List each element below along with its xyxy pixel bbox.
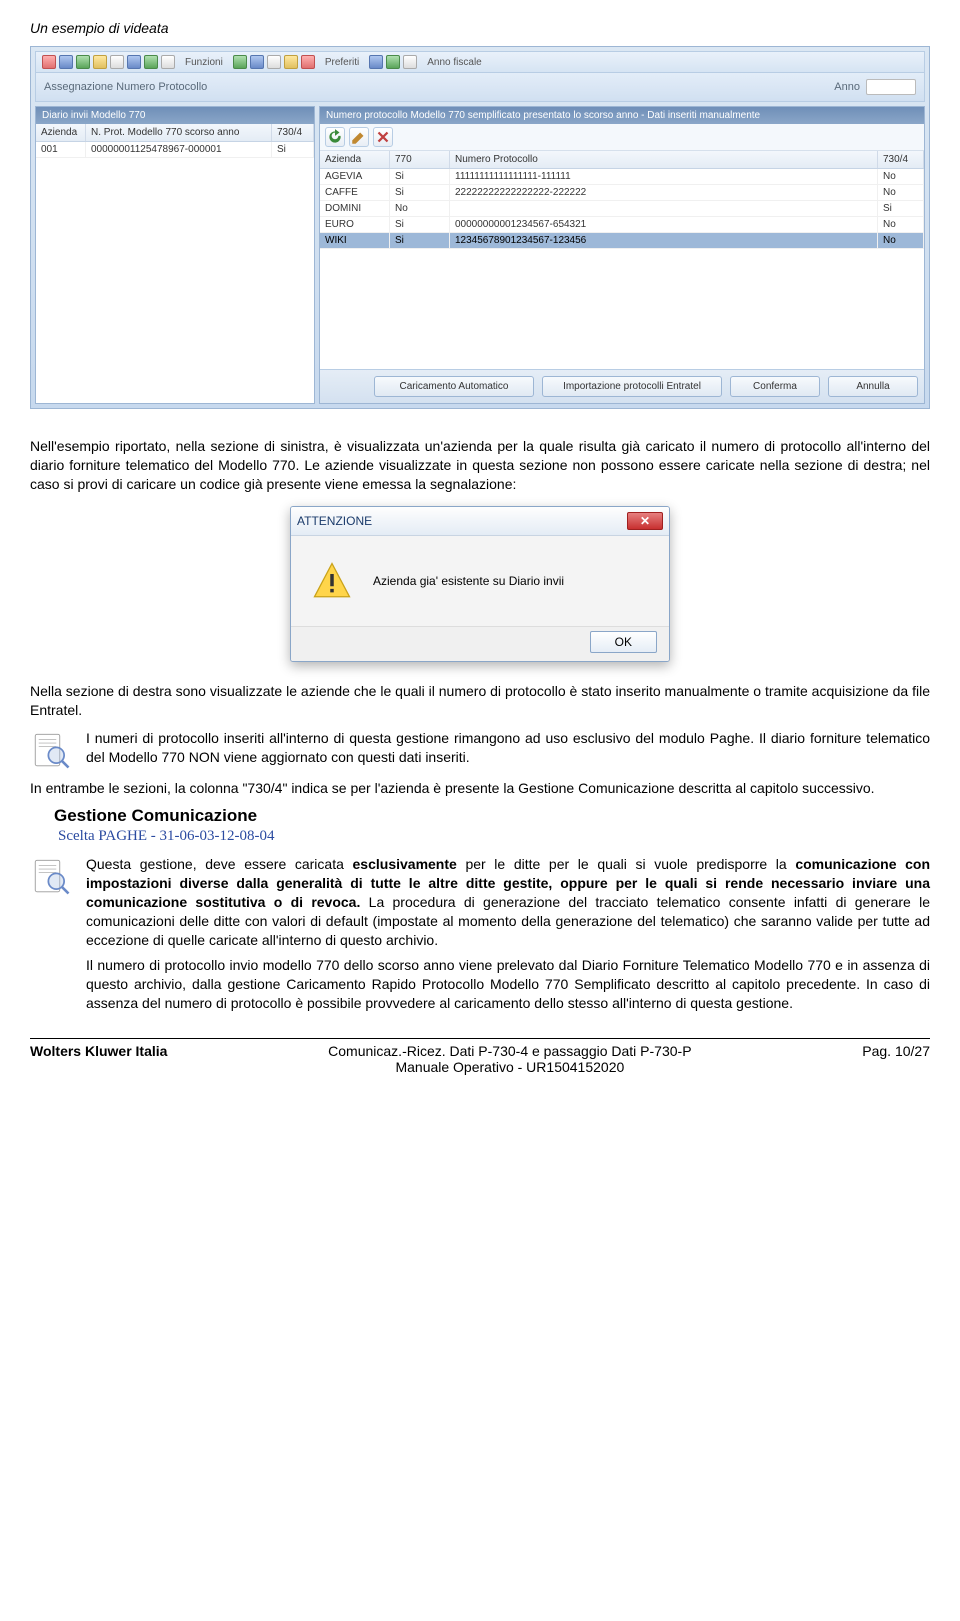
- toolbar-label: Funzioni: [185, 57, 223, 68]
- toolbar-icon[interactable]: [76, 55, 90, 69]
- ok-button[interactable]: OK: [590, 631, 657, 653]
- magnifier-icon: [30, 729, 72, 771]
- table-row[interactable]: CAFFESi22222222222222222-222222No: [320, 185, 924, 201]
- toolbar-icon[interactable]: [369, 55, 383, 69]
- left-panel-body: 001 00000001125478967-000001 Si: [36, 142, 314, 403]
- caricamento-automatico-button[interactable]: Caricamento Automatico: [374, 376, 534, 397]
- dialog-title: ATTENZIONE: [297, 514, 372, 528]
- cell: Si: [390, 217, 450, 232]
- note-text: I numeri di protocollo inseriti all'inte…: [86, 729, 930, 767]
- cell: 11111111111111111-111111: [450, 169, 878, 184]
- cell: CAFFE: [320, 185, 390, 200]
- cell: DOMINI: [320, 201, 390, 216]
- table-row[interactable]: WIKISi12345678901234567-123456No: [320, 233, 924, 249]
- footer-right: Pag. 10/27: [852, 1043, 930, 1075]
- footer-center: Comunicaz.-Ricez. Dati P-730-4 e passagg…: [167, 1043, 852, 1075]
- cell: No: [878, 185, 924, 200]
- col-header[interactable]: Azienda: [36, 124, 86, 141]
- toolbar-icon[interactable]: [301, 55, 315, 69]
- toolbar-icon[interactable]: [250, 55, 264, 69]
- table-row[interactable]: 001 00000001125478967-000001 Si: [36, 142, 314, 158]
- menu-path: Scelta PAGHE - 31-06-03-12-08-04: [58, 828, 930, 845]
- right-panel: Numero protocollo Modello 770 semplifica…: [319, 106, 925, 404]
- toolbar-icon[interactable]: [284, 55, 298, 69]
- table-row[interactable]: EUROSi00000000001234567-654321No: [320, 217, 924, 233]
- anno-label: Anno: [834, 81, 860, 93]
- section-heading: Gestione Comunicazione: [54, 806, 930, 826]
- toolbar-icon[interactable]: [233, 55, 247, 69]
- paragraph: In entrambe le sezioni, la colonna "730/…: [30, 779, 930, 798]
- right-mini-toolbar: [320, 124, 924, 151]
- warning-icon: [311, 560, 353, 602]
- toolbar-icon[interactable]: [59, 55, 73, 69]
- cell: Si: [390, 233, 450, 248]
- toolbar-icon[interactable]: [42, 55, 56, 69]
- table-row[interactable]: AGEVIASi11111111111111111-111111No: [320, 169, 924, 185]
- paragraph: Nell'esempio riportato, nella sezione di…: [30, 437, 930, 494]
- left-panel-title: Diario invii Modello 770: [36, 107, 314, 124]
- cell: 22222222222222222-222222: [450, 185, 878, 200]
- page-caption: Un esempio di videata: [30, 20, 930, 36]
- toolbar-label: Preferiti: [325, 57, 359, 68]
- cell: No: [878, 169, 924, 184]
- conferma-button[interactable]: Conferma: [730, 376, 820, 397]
- cell: Si: [272, 142, 314, 157]
- toolbar-icon[interactable]: [93, 55, 107, 69]
- annulla-button[interactable]: Annulla: [828, 376, 918, 397]
- cell: 00000001125478967-000001: [86, 142, 272, 157]
- app-window: Funzioni Preferiti Anno fiscale Assegnaz…: [30, 46, 930, 409]
- cell: 001: [36, 142, 86, 157]
- importazione-entratel-button[interactable]: Importazione protocolli Entratel: [542, 376, 722, 397]
- col-header[interactable]: N. Prot. Modello 770 scorso anno: [86, 124, 272, 141]
- app-subtitle: Assegnazione Numero Protocollo Anno: [35, 73, 925, 102]
- dialog-message: Azienda gia' esistente su Diario invii: [373, 574, 564, 588]
- refresh-icon[interactable]: [325, 127, 345, 147]
- cell: WIKI: [320, 233, 390, 248]
- right-button-row: Caricamento Automatico Importazione prot…: [320, 369, 924, 403]
- left-panel-header: Azienda N. Prot. Modello 770 scorso anno…: [36, 124, 314, 142]
- cell: No: [878, 233, 924, 248]
- page-footer: Wolters Kluwer Italia Comunicaz.-Ricez. …: [30, 1038, 930, 1075]
- left-panel: Diario invii Modello 770 Azienda N. Prot…: [35, 106, 315, 404]
- cell: 00000000001234567-654321: [450, 217, 878, 232]
- magnifier-icon: [30, 855, 72, 897]
- table-row[interactable]: DOMININo Si: [320, 201, 924, 217]
- close-icon[interactable]: ✕: [627, 512, 663, 530]
- toolbar-icon[interactable]: [127, 55, 141, 69]
- col-header[interactable]: 770: [390, 151, 450, 168]
- edit-icon[interactable]: [349, 127, 369, 147]
- note-text: Questa gestione, deve essere caricata es…: [86, 855, 930, 1012]
- toolbar-label: Anno fiscale: [427, 57, 481, 68]
- toolbar-icon[interactable]: [386, 55, 400, 69]
- delete-icon[interactable]: [373, 127, 393, 147]
- right-panel-header: Azienda 770 Numero Protocollo 730/4: [320, 151, 924, 169]
- cell: [450, 201, 878, 216]
- toolbar-icon[interactable]: [267, 55, 281, 69]
- cell: Si: [390, 169, 450, 184]
- paragraph: Nella sezione di destra sono visualizzat…: [30, 682, 930, 720]
- anno-field[interactable]: [866, 79, 916, 95]
- cell: Si: [878, 201, 924, 216]
- cell: No: [390, 201, 450, 216]
- cell: AGEVIA: [320, 169, 390, 184]
- col-header[interactable]: Numero Protocollo: [450, 151, 878, 168]
- toolbar-icon[interactable]: [161, 55, 175, 69]
- cell: EURO: [320, 217, 390, 232]
- app-toolbar: Funzioni Preferiti Anno fiscale: [35, 51, 925, 73]
- cell: 12345678901234567-123456: [450, 233, 878, 248]
- cell: Si: [390, 185, 450, 200]
- toolbar-icon[interactable]: [110, 55, 124, 69]
- toolbar-icon[interactable]: [144, 55, 158, 69]
- footer-left: Wolters Kluwer Italia: [30, 1043, 167, 1075]
- col-header[interactable]: 730/4: [878, 151, 924, 168]
- col-header[interactable]: 730/4: [272, 124, 314, 141]
- subtitle-text: Assegnazione Numero Protocollo: [44, 81, 207, 93]
- attention-dialog: ATTENZIONE ✕ Azienda gia' esistente su D…: [290, 506, 670, 662]
- right-panel-title: Numero protocollo Modello 770 semplifica…: [320, 107, 924, 124]
- cell: No: [878, 217, 924, 232]
- col-header[interactable]: Azienda: [320, 151, 390, 168]
- toolbar-icon[interactable]: [403, 55, 417, 69]
- right-panel-body: AGEVIASi11111111111111111-111111NoCAFFES…: [320, 169, 924, 369]
